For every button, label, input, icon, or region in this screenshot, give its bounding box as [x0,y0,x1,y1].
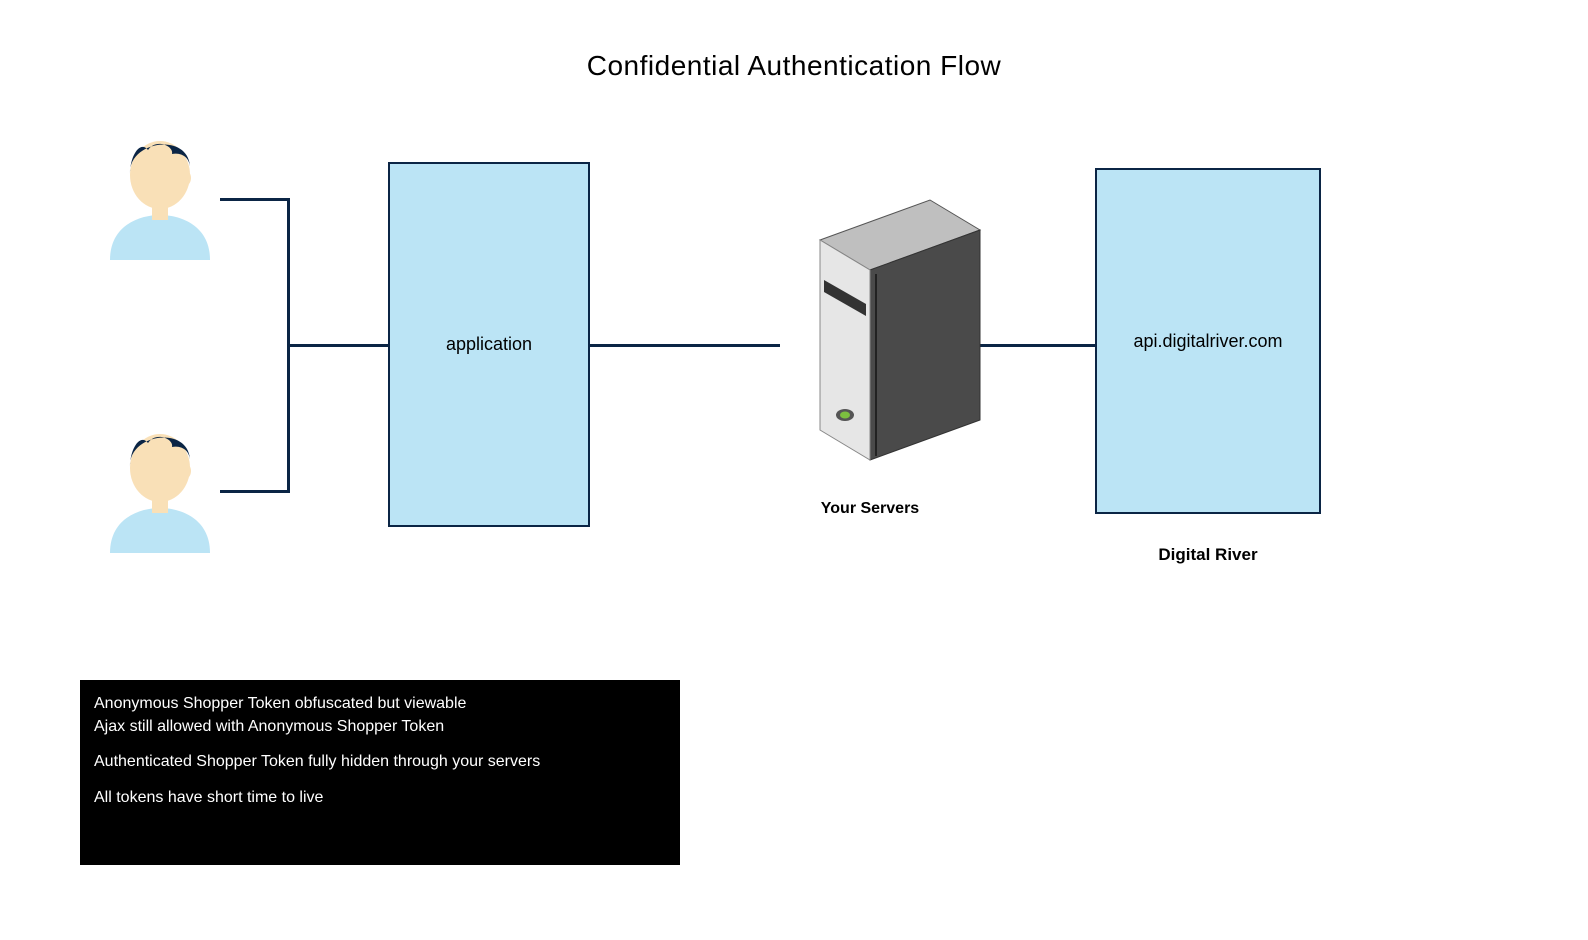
note-line: Authenticated Shopper Token fully hidden… [94,753,540,770]
api-node: api.digitalriver.com [1095,168,1321,514]
application-node-label: application [446,334,532,355]
your-servers-label: Your Servers [770,500,970,518]
server-icon [760,190,990,490]
digital-river-label: Digital River [1095,545,1321,565]
user-icon [90,413,230,563]
note-line: Anonymous Shopper Token obfuscated but v… [94,695,466,712]
note-line: Ajax still allowed with Anonymous Shoppe… [94,718,444,735]
api-node-label: api.digitalriver.com [1133,331,1282,352]
note-line: All tokens have short time to live [94,789,323,806]
connector-user1-h [220,198,290,201]
application-node: application [388,162,590,527]
connector-user2-h [220,490,290,493]
connector-users-to-app [287,344,388,347]
notes-panel: Anonymous Shopper Token obfuscated but v… [80,680,680,865]
diagram-canvas: application api.digitalriver.com Your Se… [0,0,1588,940]
connector-app-to-server [590,344,780,347]
user-icon [90,120,230,270]
